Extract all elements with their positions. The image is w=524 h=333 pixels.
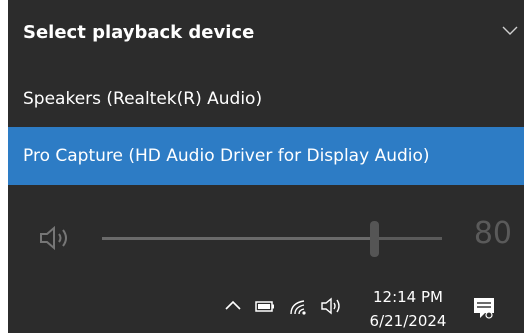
flyout-title: Select playback device — [23, 22, 255, 43]
device-item-pro-capture[interactable]: Pro Capture (HD Audio Driver for Display… — [8, 127, 524, 185]
volume-slider[interactable] — [102, 221, 442, 257]
volume-value: 80 — [473, 216, 512, 251]
clock-date: 6/21/2024 — [369, 312, 447, 330]
taskbar-clock[interactable]: 12:14 PM 6/21/2024 — [360, 285, 456, 333]
device-label: Speakers (Realtek(R) Audio) — [23, 89, 263, 109]
volume-control: 80 — [8, 208, 524, 268]
device-item-speakers[interactable]: Speakers (Realtek(R) Audio) — [8, 70, 524, 128]
notification-icon[interactable] — [472, 295, 496, 321]
chevron-down-icon[interactable] — [502, 22, 518, 38]
speaker-icon[interactable] — [320, 295, 342, 317]
volume-slider-thumb[interactable] — [370, 221, 379, 257]
flyout-header[interactable]: Select playback device — [8, 0, 524, 66]
chevron-up-icon[interactable] — [222, 295, 244, 317]
playback-device-flyout: Select playback device Speakers (Realtek… — [8, 0, 524, 333]
battery-icon[interactable] — [254, 295, 276, 317]
volume-slider-fill — [102, 237, 374, 240]
clock-time: 12:14 PM — [373, 288, 443, 306]
device-label: Pro Capture (HD Audio Driver for Display… — [23, 146, 430, 166]
taskbar-tray: 12:14 PM 6/21/2024 — [8, 277, 524, 333]
wifi-icon[interactable] — [288, 295, 310, 317]
speaker-icon[interactable] — [38, 224, 74, 252]
